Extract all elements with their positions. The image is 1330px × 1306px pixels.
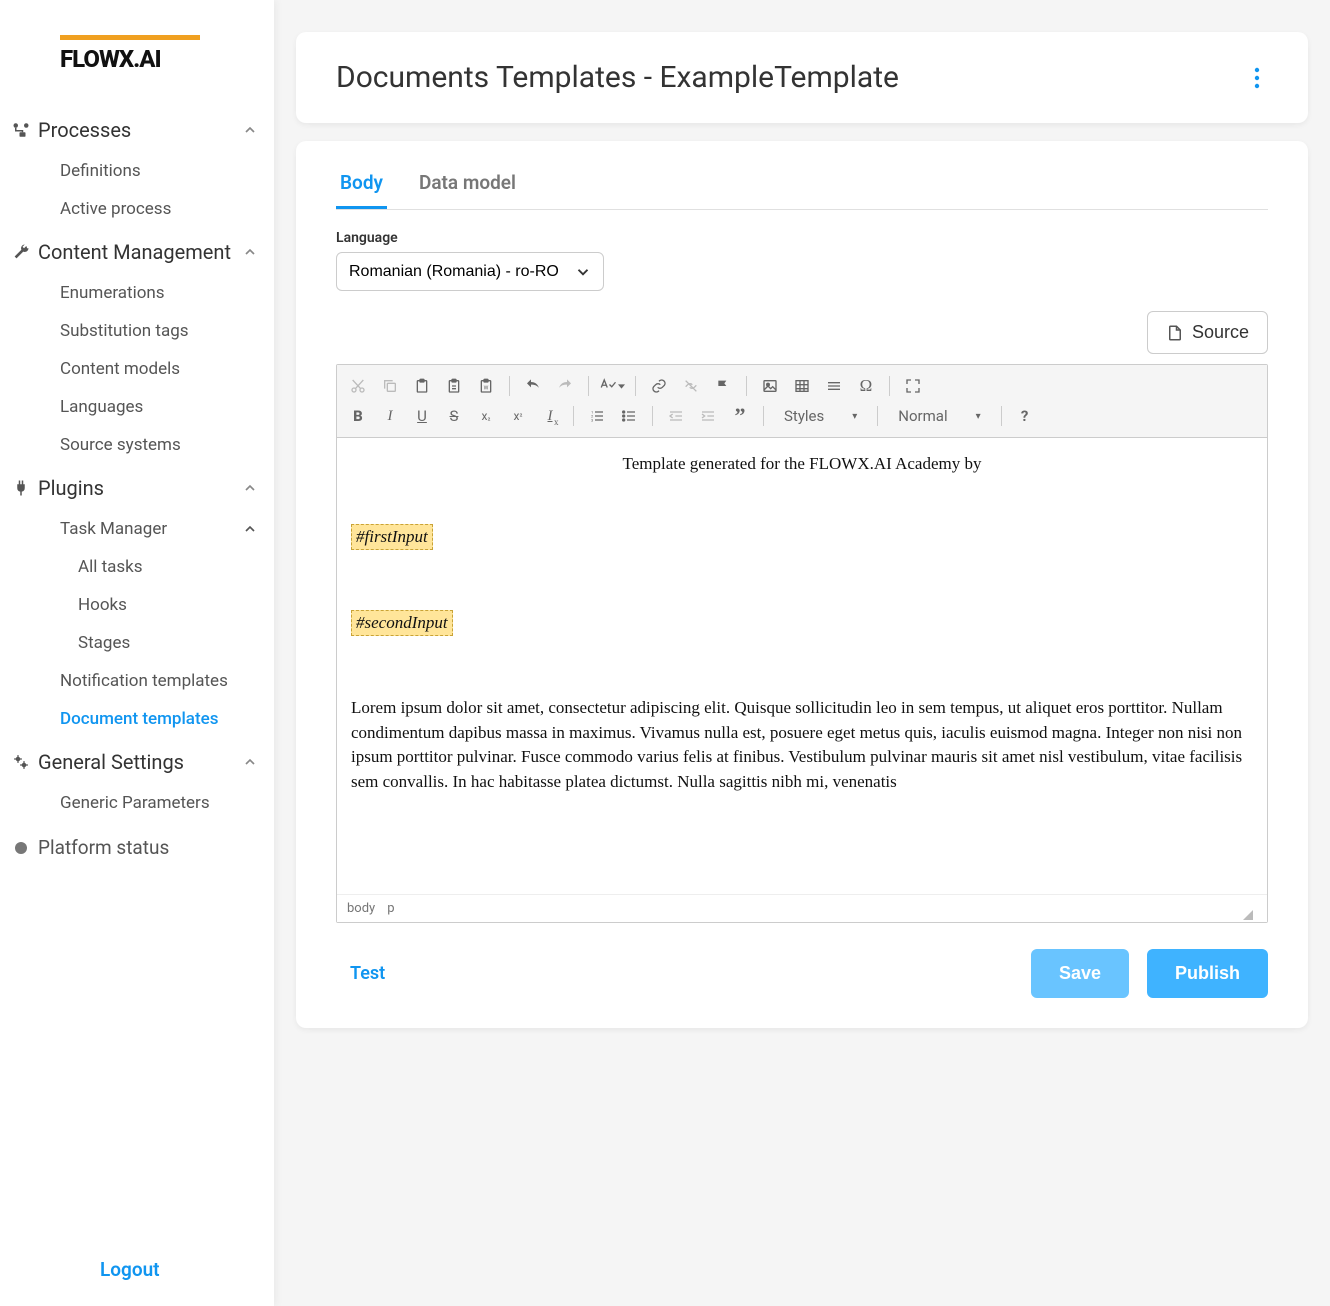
logout-link[interactable]: Logout xyxy=(100,1258,160,1281)
page-title: Documents Templates - ExampleTemplate xyxy=(336,60,1246,95)
sidebar: FLOWX.AI Processes Definitions Active pr… xyxy=(0,0,274,1306)
nav-item-generic-parameters[interactable]: Generic Parameters xyxy=(60,784,274,822)
flag-icon[interactable] xyxy=(710,373,736,399)
nav-subgroup-task-manager[interactable]: Task Manager xyxy=(0,510,274,548)
blockquote-icon[interactable]: ” xyxy=(727,403,753,429)
svg-text:W: W xyxy=(484,385,489,391)
nav-item-languages[interactable]: Languages xyxy=(60,388,274,426)
nav-item-stages[interactable]: Stages xyxy=(78,624,274,662)
status-path-body[interactable]: body xyxy=(347,901,375,916)
nav-item-notification-templates[interactable]: Notification templates xyxy=(60,662,274,700)
editor-content[interactable]: Template generated for the FLOWX.AI Acad… xyxy=(337,454,1267,894)
editor-status-bar: body p xyxy=(337,894,1267,922)
remove-format-icon[interactable]: Ix xyxy=(537,403,563,429)
bold-icon[interactable]: B xyxy=(345,403,371,429)
nav-item-substitution-tags[interactable]: Substitution tags xyxy=(60,312,274,350)
main: Documents Templates - ExampleTemplate Bo… xyxy=(274,0,1330,1306)
language-label: Language xyxy=(336,230,1268,246)
chevron-up-icon xyxy=(242,122,258,138)
test-button[interactable]: Test xyxy=(336,963,385,984)
superscript-icon[interactable]: x² xyxy=(505,403,531,429)
horizontal-rule-icon[interactable] xyxy=(821,373,847,399)
bullet-list-icon[interactable] xyxy=(616,403,642,429)
numbered-list-icon[interactable]: 123 xyxy=(584,403,610,429)
chevron-up-icon xyxy=(242,480,258,496)
underline-icon[interactable]: U xyxy=(409,403,435,429)
image-icon[interactable] xyxy=(757,373,783,399)
document-icon xyxy=(1166,323,1184,343)
spellcheck-icon[interactable] xyxy=(599,373,625,399)
more-menu-button[interactable] xyxy=(1246,63,1268,93)
nav-item-definitions[interactable]: Definitions xyxy=(60,152,274,190)
status-path-p[interactable]: p xyxy=(387,901,394,916)
nav-item-active-process[interactable]: Active process xyxy=(60,190,274,228)
chevron-up-icon xyxy=(242,754,258,770)
nav-group-processes[interactable]: Processes xyxy=(0,108,274,152)
paste-icon[interactable] xyxy=(409,373,435,399)
strike-icon[interactable]: S xyxy=(441,403,467,429)
chevron-up-icon xyxy=(242,244,258,260)
outdent-icon[interactable] xyxy=(663,403,689,429)
cut-icon[interactable] xyxy=(345,373,371,399)
logo: FLOWX.AI xyxy=(0,0,274,98)
redo-icon[interactable] xyxy=(552,373,578,399)
nav-platform-status[interactable]: Platform status xyxy=(0,824,274,871)
help-icon[interactable]: ? xyxy=(1012,403,1038,429)
editor-paragraph: Lorem ipsum dolor sit amet, consectetur … xyxy=(351,696,1253,795)
gears-icon xyxy=(10,753,32,771)
nav-group-plugins[interactable]: Plugins xyxy=(0,466,274,510)
nav-item-enumerations[interactable]: Enumerations xyxy=(60,274,274,312)
resize-handle-icon[interactable] xyxy=(1243,910,1253,920)
template-token-firstinput[interactable]: #firstInput xyxy=(351,524,433,550)
paste-text-icon[interactable] xyxy=(441,373,467,399)
rich-text-editor: W xyxy=(336,364,1268,923)
plug-icon xyxy=(10,479,32,497)
nav-item-source-systems[interactable]: Source systems xyxy=(60,426,274,464)
status-dot-icon xyxy=(10,839,32,857)
maximize-icon[interactable] xyxy=(900,373,926,399)
editor-card: Body Data model Language Romanian (Roman… xyxy=(296,141,1308,1028)
tabs: Body Data model xyxy=(336,161,1268,210)
nav-item-content-models[interactable]: Content models xyxy=(60,350,274,388)
template-token-secondinput[interactable]: #secondInput xyxy=(351,610,453,636)
tab-data-model[interactable]: Data model xyxy=(415,161,520,209)
undo-icon[interactable] xyxy=(520,373,546,399)
processes-icon xyxy=(10,121,32,139)
language-select[interactable]: Romanian (Romania) - ro-RO xyxy=(336,252,604,291)
source-button[interactable]: Source xyxy=(1147,311,1268,354)
italic-icon[interactable]: I xyxy=(377,403,403,429)
indent-icon[interactable] xyxy=(695,403,721,429)
nav-item-document-templates[interactable]: Document templates xyxy=(60,700,274,738)
publish-button[interactable]: Publish xyxy=(1147,949,1268,998)
copy-icon[interactable] xyxy=(377,373,403,399)
editor-heading-line: Template generated for the FLOWX.AI Acad… xyxy=(351,454,1253,474)
header-card: Documents Templates - ExampleTemplate xyxy=(296,32,1308,123)
paste-word-icon[interactable]: W xyxy=(473,373,499,399)
nav-item-hooks[interactable]: Hooks xyxy=(78,586,274,624)
unlink-icon[interactable] xyxy=(678,373,704,399)
special-char-icon[interactable]: Ω xyxy=(853,373,879,399)
chevron-up-icon xyxy=(242,521,258,537)
tab-body[interactable]: Body xyxy=(336,161,387,209)
table-icon[interactable] xyxy=(789,373,815,399)
nav-group-content-management[interactable]: Content Management xyxy=(0,230,274,274)
editor-toolbar: W xyxy=(337,365,1267,438)
format-dropdown[interactable]: Normal▾ xyxy=(888,404,990,428)
svg-text:3: 3 xyxy=(591,417,593,422)
wrench-icon xyxy=(10,243,32,261)
nav: Processes Definitions Active process Con… xyxy=(0,98,274,1233)
styles-dropdown[interactable]: Styles▾ xyxy=(774,404,867,428)
save-button[interactable]: Save xyxy=(1031,949,1129,998)
brand-text: FLOWX.AI xyxy=(60,45,239,73)
link-icon[interactable] xyxy=(646,373,672,399)
subscript-icon[interactable]: x₂ xyxy=(473,403,499,429)
nav-item-all-tasks[interactable]: All tasks xyxy=(78,548,274,586)
nav-group-general-settings[interactable]: General Settings xyxy=(0,740,274,784)
